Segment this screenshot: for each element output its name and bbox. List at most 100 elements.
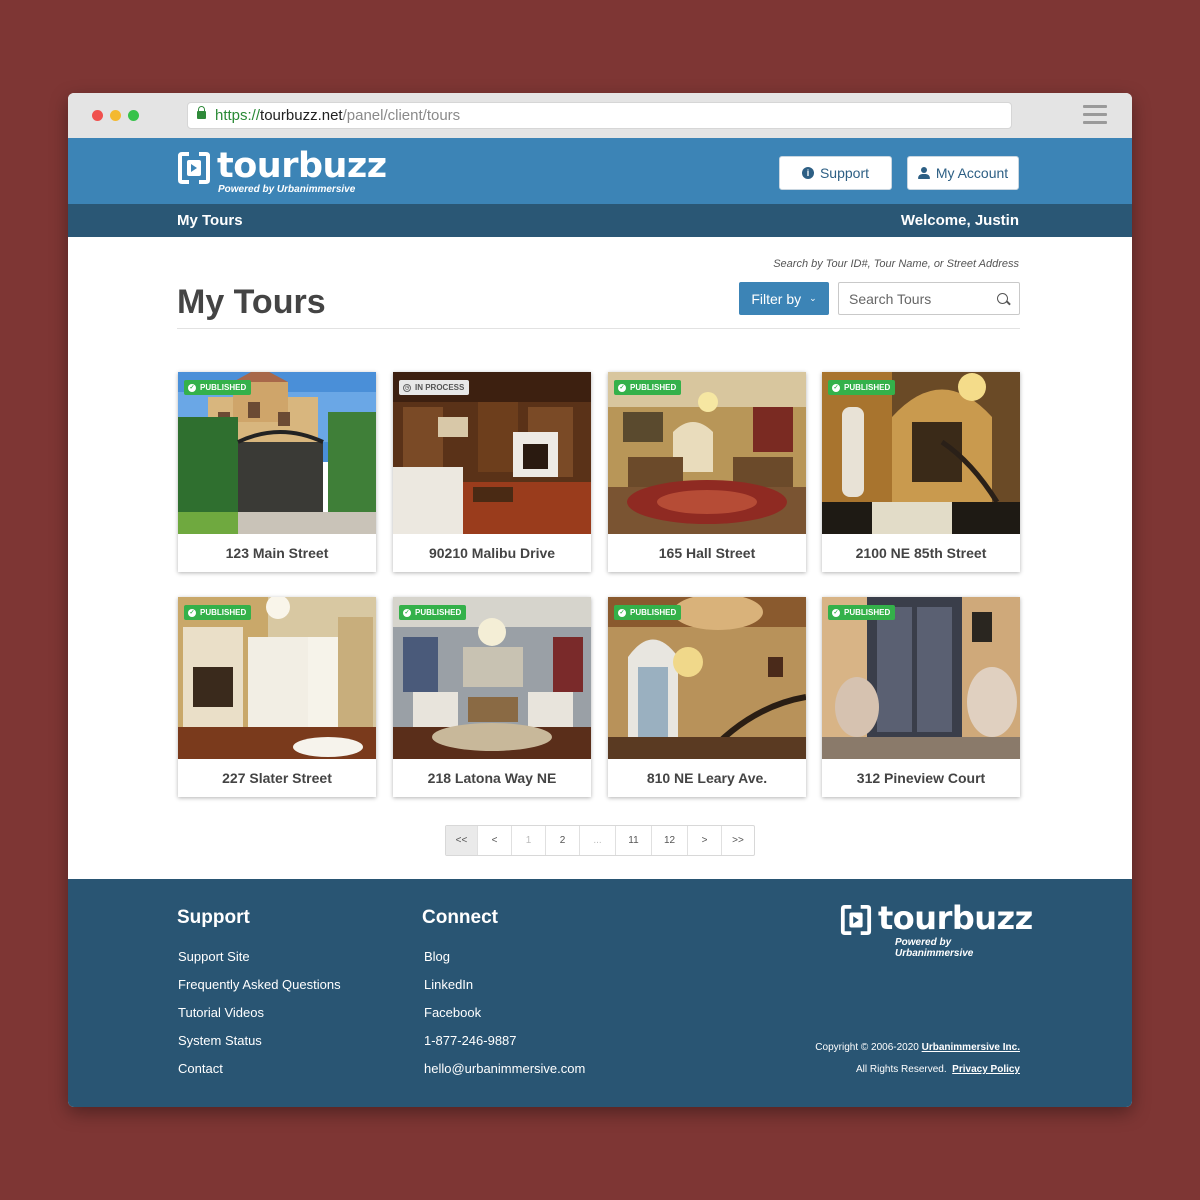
footer-link-linkedin[interactable]: LinkedIn [424,977,585,1005]
clock-icon: ◷ [403,383,411,392]
footer-tourbuzz-logo[interactable]: tourbuzz Powered by Urbanimmersive [840,899,1033,959]
tour-title: 312 Pineview Court [856,770,986,786]
check-icon: ✓ [618,383,626,392]
info-icon: i [801,167,814,179]
status-badge: ✓ PUBLISHED [399,605,467,620]
status-badge: ✓ PUBLISHED [828,605,896,620]
tour-title: 165 Hall Street [658,545,756,561]
tour-card[interactable]: ✓ PUBLISHED 218 Latona Way NE [393,597,591,797]
footer-support-links: Support Site Frequently Asked Questions … [178,949,341,1089]
footer-link-email[interactable]: hello@urbanimmersive.com [424,1061,585,1089]
tourbuzz-logo-icon [840,904,872,936]
page-prev-button[interactable]: < [478,826,512,855]
tour-card[interactable]: ✓ PUBLISHED 123 Main Street [178,372,376,572]
tour-photo [393,372,591,534]
page-1-button[interactable]: 1 [512,826,546,855]
sub-navigation: My Tours Welcome, Justin [68,204,1132,237]
browser-window: https://tourbuzz.net/panel/client/tours … [68,93,1132,1107]
tour-title: 90210 Malibu Drive [428,545,556,561]
footer-logo-tagline: Powered by Urbanimmersive [895,937,974,959]
search-input[interactable] [839,283,989,314]
search-box[interactable] [838,282,1020,315]
welcome-text: Welcome, Justin [900,212,1019,229]
status-badge: ✓ PUBLISHED [614,380,682,395]
tour-card[interactable]: ✓ PUBLISHED 227 Slater Street [178,597,376,797]
check-icon: ✓ [188,383,196,392]
close-dot[interactable] [92,110,103,121]
footer: Support Support Site Frequently Asked Qu… [68,879,1132,1107]
tour-card[interactable]: ◷ IN PROCESS 90210 Malibu Drive [393,372,591,572]
tour-photo [178,372,376,534]
footer-logo-text: tourbuzz [878,899,1033,937]
top-header: tourbuzz Powered by Urbanimmersive i Sup… [68,138,1132,204]
status-badge: ✓ PUBLISHED [184,605,252,620]
tour-card[interactable]: ✓ PUBLISHED 165 Hall Street [608,372,806,572]
tour-photo [608,372,806,534]
check-icon: ✓ [403,608,411,617]
footer-link-faq[interactable]: Frequently Asked Questions [178,977,341,1005]
nav-my-tours[interactable]: My Tours [177,212,243,229]
logo-tagline: Powered by Urbanimmersive [218,184,356,195]
tour-card[interactable]: ✓ PUBLISHED 2100 NE 85th Street [822,372,1020,572]
tour-photo [393,597,591,759]
footer-link-support-site[interactable]: Support Site [178,949,341,977]
search-icon[interactable] [997,293,1008,304]
footer-connect-heading: Connect [422,907,498,928]
privacy-policy-link[interactable]: Privacy Policy [952,1064,1020,1075]
page-2-button[interactable]: 2 [546,826,580,855]
tour-photo [608,597,806,759]
page-ellipsis: ... [580,826,616,855]
lock-icon [197,106,206,119]
tour-title: 227 Slater Street [222,770,332,786]
search-hint: Search by Tour ID#, Tour Name, or Street… [773,258,1019,270]
tourbuzz-logo-icon [178,152,210,184]
title-divider [177,328,1020,329]
footer-link-contact[interactable]: Contact [178,1061,341,1089]
tour-card[interactable]: ✓ PUBLISHED 312 Pineview Court [822,597,1020,797]
footer-link-phone[interactable]: 1-877-246-9887 [424,1033,585,1061]
support-button[interactable]: i Support [779,156,892,190]
status-badge: ✓ PUBLISHED [828,380,896,395]
check-icon: ✓ [188,608,196,617]
maximize-dot[interactable] [128,110,139,121]
footer-link-blog[interactable]: Blog [424,949,585,977]
page-last-button[interactable]: >> [722,826,754,855]
check-icon: ✓ [832,383,840,392]
tour-photo [822,597,1020,759]
page-next-button[interactable]: > [688,826,722,855]
chevron-down-icon: ⌄ [809,293,817,303]
my-account-button[interactable]: My Account [907,156,1019,190]
url-scheme: https:// [215,107,261,124]
browser-chrome: https://tourbuzz.net/panel/client/tours [68,93,1132,138]
tourbuzz-logo[interactable]: tourbuzz Powered by Urbanimmersive [177,146,387,199]
tour-card[interactable]: ✓ PUBLISHED 810 NE Leary Ave. [608,597,806,797]
page-title: My Tours [177,283,326,321]
page-first-button[interactable]: << [446,826,478,855]
user-icon [917,167,930,179]
tour-photo [822,372,1020,534]
check-icon: ✓ [832,608,840,617]
rights-text: All Rights Reserved. Privacy Policy [856,1064,1020,1075]
tour-photo [178,597,376,759]
minimize-dot[interactable] [110,110,121,121]
page-12-button[interactable]: 12 [652,826,688,855]
status-badge: ✓ PUBLISHED [614,605,682,620]
url-host: tourbuzz.net [260,107,343,124]
logo-text: tourbuzz [217,146,387,186]
address-bar[interactable]: https://tourbuzz.net/panel/client/tours [187,102,1012,129]
hamburger-menu-icon[interactable] [1083,105,1107,125]
status-badge: ◷ IN PROCESS [399,380,470,395]
filter-by-dropdown[interactable]: Filter by ⌄ [739,282,829,315]
status-badge: ✓ PUBLISHED [184,380,252,395]
footer-link-tutorial-videos[interactable]: Tutorial Videos [178,1005,341,1033]
support-button-label: Support [819,165,870,181]
filter-by-label: Filter by [751,290,802,307]
footer-link-facebook[interactable]: Facebook [424,1005,585,1033]
page-11-button[interactable]: 11 [616,826,652,855]
tour-title: 218 Latona Way NE [427,770,557,786]
my-account-label: My Account [935,165,1009,181]
tour-title: 123 Main Street [225,545,329,561]
footer-link-system-status[interactable]: System Status [178,1033,341,1061]
urbanimmersive-link[interactable]: Urbanimmersive Inc. [922,1042,1020,1053]
pagination: << < 1 2 ... 11 12 > >> [445,825,755,856]
